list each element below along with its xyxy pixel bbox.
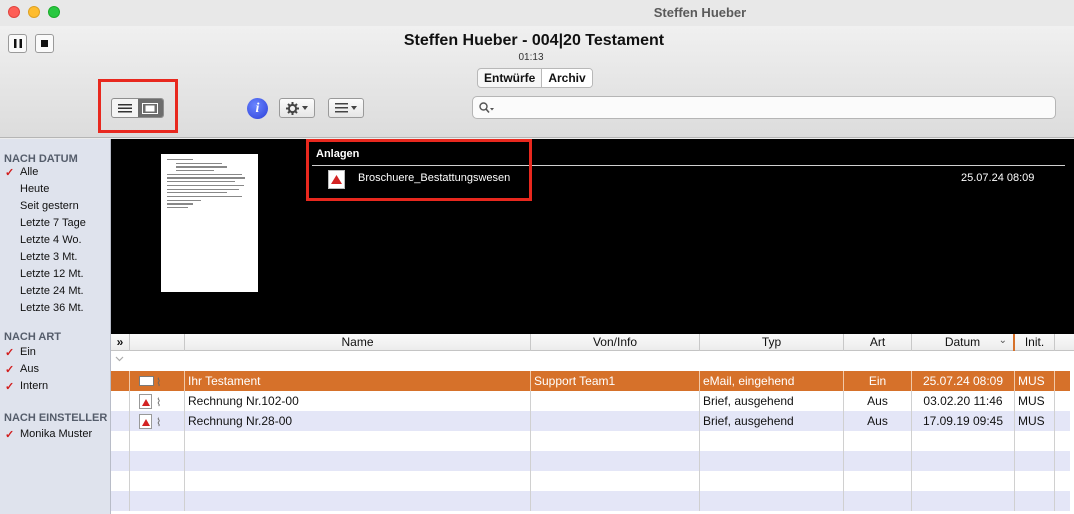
document-title: Steffen Hueber - 004|20 Testament [403, 32, 665, 49]
row-init: MUS [1015, 371, 1055, 391]
column-icon[interactable] [130, 334, 185, 351]
row-icon-cell: ⌇ [130, 371, 185, 391]
check-icon: ✓ [5, 381, 15, 393]
list-menu-button[interactable] [328, 98, 364, 118]
column-datum-label: Datum [944, 335, 981, 349]
row-spacer [111, 371, 130, 391]
document-time: 01:13 [518, 52, 544, 63]
table-row[interactable]: ⌇ Ihr Testament Support Team1 eMail, ein… [111, 371, 1070, 391]
section-nach-art: NACH ART [4, 331, 62, 343]
attachment-date: 25.07.24 08:09 [961, 172, 1035, 184]
group-toggle[interactable] [111, 352, 1074, 371]
paperclip-icon: ⌇ [156, 377, 162, 389]
empty-row [111, 491, 1070, 511]
info-icon: i [255, 100, 260, 116]
row-name: Ihr Testament [185, 371, 531, 391]
row-spacer [111, 411, 130, 431]
check-icon: ✓ [5, 347, 15, 359]
filter-sidebar: NACH DATUM ✓ Alle Heute Seit gestern Let… [0, 139, 111, 514]
filter-heute[interactable]: Heute [20, 183, 49, 195]
row-datum: 17.09.19 09:45 [912, 411, 1015, 431]
gear-icon [286, 101, 299, 115]
column-datum[interactable]: Datum ⌄ [912, 334, 1015, 351]
check-icon: ✓ [5, 429, 15, 441]
column-name[interactable]: Name [185, 334, 531, 351]
window-title: Steffen Hueber [653, 5, 747, 20]
document-thumbnail[interactable] [161, 154, 258, 292]
column-init[interactable]: Init. [1015, 334, 1055, 351]
title-bar: Steffen Hueber [0, 0, 1074, 26]
row-datum: 03.02.20 11:46 [912, 391, 1015, 411]
tab-entwuerfe[interactable]: Entwürfe [478, 69, 541, 87]
row-typ: Brief, ausgehend [700, 391, 844, 411]
search-icon [479, 102, 494, 114]
filter-letzte-24-monate[interactable]: Letzte 24 Mt. [20, 285, 84, 297]
filter-intern[interactable]: Intern [20, 380, 48, 392]
row-typ: Brief, ausgehend [700, 411, 844, 431]
row-von: Support Team1 [531, 371, 700, 391]
expand-columns-button[interactable]: » [111, 334, 130, 351]
row-init: MUS [1015, 391, 1055, 411]
row-typ: eMail, eingehend [700, 371, 844, 391]
empty-row [111, 471, 1070, 491]
row-icon-cell: ⌇ [130, 411, 185, 431]
archive-tabs: Entwürfe Archiv [477, 68, 593, 88]
row-spacer [111, 391, 130, 411]
row-name: Rechnung Nr.28-00 [185, 411, 531, 431]
row-icon-cell: ⌇ [130, 391, 185, 411]
row-von [531, 391, 700, 411]
filter-monika-muster[interactable]: Monika Muster [20, 428, 92, 440]
pdf-icon [139, 394, 152, 409]
row-von [531, 411, 700, 431]
search-input[interactable] [497, 99, 1047, 116]
gear-menu-button[interactable] [279, 98, 315, 118]
header: Steffen Hueber - 004|20 Testament 01:13 … [0, 26, 1074, 138]
table-row[interactable]: ⌇ Rechnung Nr.102-00 Brief, ausgehend Au… [111, 391, 1070, 411]
paperclip-icon: ⌇ [156, 417, 162, 429]
table-header: » Name Von/Info Typ Art Datum ⌄ Init. [111, 334, 1074, 351]
table-row[interactable]: ⌇ Rechnung Nr.28-00 Brief, ausgehend Aus… [111, 411, 1070, 431]
row-name: Rechnung Nr.102-00 [185, 391, 531, 411]
chevron-down-icon [302, 106, 308, 110]
row-art: Aus [844, 391, 912, 411]
list-icon [335, 103, 348, 113]
highlight-box [306, 139, 532, 201]
row-datum: 25.07.24 08:09 [912, 371, 1015, 391]
column-von-info[interactable]: Von/Info [531, 334, 700, 351]
chevron-down-icon [115, 356, 124, 362]
row-init: MUS [1015, 411, 1055, 431]
empty-row [111, 451, 1070, 471]
search-field[interactable] [472, 96, 1056, 119]
column-art[interactable]: Art [844, 334, 912, 351]
tab-archiv[interactable]: Archiv [541, 69, 592, 87]
empty-row [111, 431, 1070, 451]
filter-letzte-36-monate[interactable]: Letzte 36 Mt. [20, 302, 84, 314]
document-table: » Name Von/Info Typ Art Datum ⌄ Init. ⌇ … [111, 334, 1074, 514]
section-nach-datum: NACH DATUM [4, 153, 78, 165]
filter-letzte-12-monate[interactable]: Letzte 12 Mt. [20, 268, 84, 280]
filter-seit-gestern[interactable]: Seit gestern [20, 200, 79, 212]
row-art: Aus [844, 411, 912, 431]
highlight-box [98, 79, 178, 133]
pdf-icon [139, 414, 152, 429]
check-icon: ✓ [5, 167, 15, 179]
sort-chevron-icon: ⌄ [998, 335, 1007, 346]
filter-aus[interactable]: Aus [20, 363, 39, 375]
filter-letzte-7-tage[interactable]: Letzte 7 Tage [20, 217, 86, 229]
filter-letzte-4-wochen[interactable]: Letzte 4 Wo. [20, 234, 82, 246]
paperclip-icon: ⌇ [156, 397, 162, 409]
info-button[interactable]: i [247, 98, 268, 119]
filter-letzte-3-monate[interactable]: Letzte 3 Mt. [20, 251, 77, 263]
row-art: Ein [844, 371, 912, 391]
filter-alle[interactable]: Alle [20, 166, 38, 178]
column-typ[interactable]: Typ [700, 334, 844, 351]
section-nach-einsteller: NACH EINSTELLER [4, 412, 108, 424]
chevron-down-icon [351, 106, 357, 110]
check-icon: ✓ [5, 364, 15, 376]
filter-ein[interactable]: Ein [20, 346, 36, 358]
mail-icon [139, 376, 154, 386]
preview-pane: Anlagen Broschuere_Bestattungswesen 25.0… [111, 139, 1074, 334]
